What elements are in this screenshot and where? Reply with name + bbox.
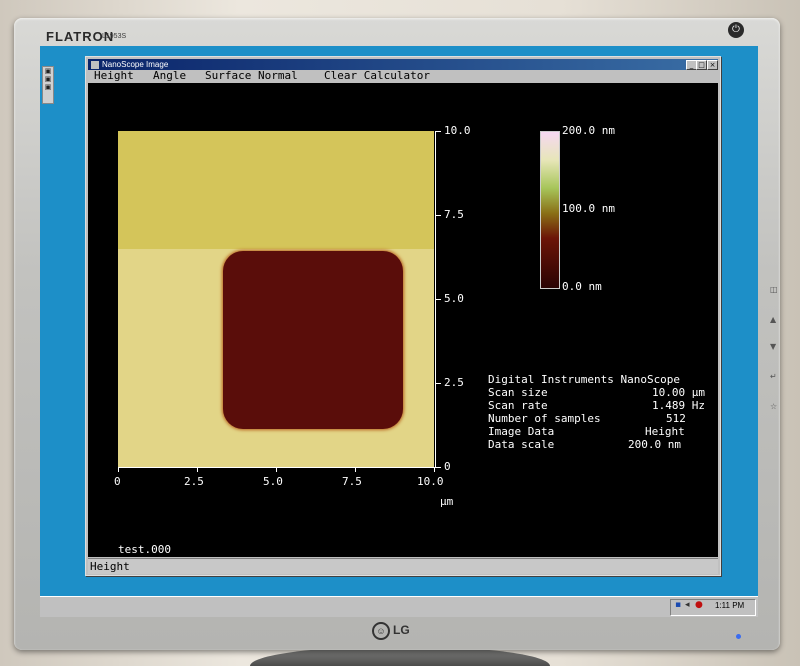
star-icon[interactable]: ☆	[770, 402, 778, 412]
x-tick-label: 10.0	[417, 475, 444, 488]
power-led	[736, 634, 741, 639]
x-tick	[276, 467, 277, 472]
info-value: 200.0 nm	[628, 438, 681, 451]
y-tick	[435, 215, 441, 216]
lg-circle-icon: ☺	[372, 622, 390, 640]
desktop-icons: ▣ ▣ ▣	[42, 66, 54, 104]
x-tick	[355, 467, 356, 472]
x-tick	[197, 467, 198, 472]
y-tick-label: 7.5	[444, 208, 464, 221]
info-label: Number of samples	[488, 412, 601, 425]
color-scale-bar	[540, 131, 560, 289]
info-value: Height	[645, 425, 685, 438]
maximize-button[interactable]: □	[696, 60, 707, 70]
y-tick	[435, 299, 441, 300]
y-tick-label: 0	[444, 460, 451, 473]
lg-logo: ☺ LG	[372, 622, 410, 640]
menu-icon[interactable]: ◫	[770, 285, 778, 295]
close-button[interactable]: ×	[707, 60, 718, 70]
etched-pit	[223, 251, 403, 429]
x-axis	[118, 467, 436, 468]
arrow-up-icon[interactable]: ▲	[770, 315, 778, 325]
colorbar-min-label: 0.0 nm	[562, 280, 602, 293]
x-tick	[118, 467, 119, 472]
enter-icon[interactable]: ↵	[770, 372, 778, 382]
x-tick-label: 5.0	[263, 475, 283, 488]
menu-surface-normal[interactable]: Surface Normal	[205, 70, 298, 82]
status-bar: Height	[88, 558, 718, 574]
taskbar: ▪ ◂ ● 1:11 PM	[40, 596, 758, 617]
y-tick	[435, 383, 441, 384]
volume-icon[interactable]: ◂	[685, 600, 690, 610]
y-tick	[435, 131, 441, 132]
arrow-down-icon[interactable]: ▼	[770, 342, 778, 352]
desktop-icon[interactable]: ▣	[43, 67, 53, 75]
y-tick-label: 2.5	[444, 376, 464, 389]
info-value: 1.489 Hz	[652, 399, 705, 412]
info-header: Digital Instruments NanoScope	[488, 373, 681, 386]
network-icon[interactable]: ▪	[675, 600, 681, 610]
info-value: 512	[666, 412, 686, 425]
monitor-model: L1953S	[102, 33, 127, 40]
alert-icon[interactable]: ●	[695, 600, 703, 610]
info-label: Scan size	[488, 386, 548, 399]
menu-angle[interactable]: Angle	[153, 70, 186, 82]
substrate-upper-region	[118, 131, 434, 249]
status-text: Height	[90, 560, 130, 573]
colorbar-mid-label: 100.0 nm	[562, 202, 615, 215]
info-label: Data scale	[488, 438, 555, 451]
x-tick-label: 2.5	[184, 475, 204, 488]
menu-clear-calculator[interactable]: Clear Calculator	[324, 70, 430, 82]
y-tick-label: 10.0	[444, 124, 471, 137]
y-tick-label: 5.0	[444, 292, 464, 305]
info-value: 10.00 µm	[652, 386, 705, 399]
nanoscope-window: NanoScope Image _ □ × Height Angle Surfa…	[85, 56, 721, 576]
x-tick-label: 0	[114, 475, 121, 488]
system-tray: ▪ ◂ ● 1:11 PM	[670, 599, 756, 616]
desktop-icon[interactable]: ▣	[43, 83, 53, 91]
filename-label: test.000	[118, 543, 171, 556]
screen: ▣ ▣ ▣ NanoScope Image _ □ × Height Angle…	[40, 46, 758, 616]
info-label: Image Data	[488, 425, 555, 438]
image-canvas: 10.0 7.5 5.0 2.5 0 0 2.5 5.0 7.5 10.0 µm…	[88, 83, 718, 557]
menu-bar: Height Angle Surface Normal Clear Calcul…	[88, 70, 718, 82]
info-label: Scan rate	[488, 399, 548, 412]
menu-height[interactable]: Height	[94, 70, 134, 82]
clock[interactable]: 1:11 PM	[715, 601, 744, 610]
power-icon[interactable]: ⏻	[728, 22, 744, 38]
x-tick	[434, 467, 435, 472]
x-unit-label: µm	[440, 495, 454, 508]
desktop-icon[interactable]: ▣	[43, 75, 53, 83]
x-tick-label: 7.5	[342, 475, 362, 488]
height-image[interactable]	[118, 131, 434, 467]
colorbar-max-label: 200.0 nm	[562, 124, 615, 137]
